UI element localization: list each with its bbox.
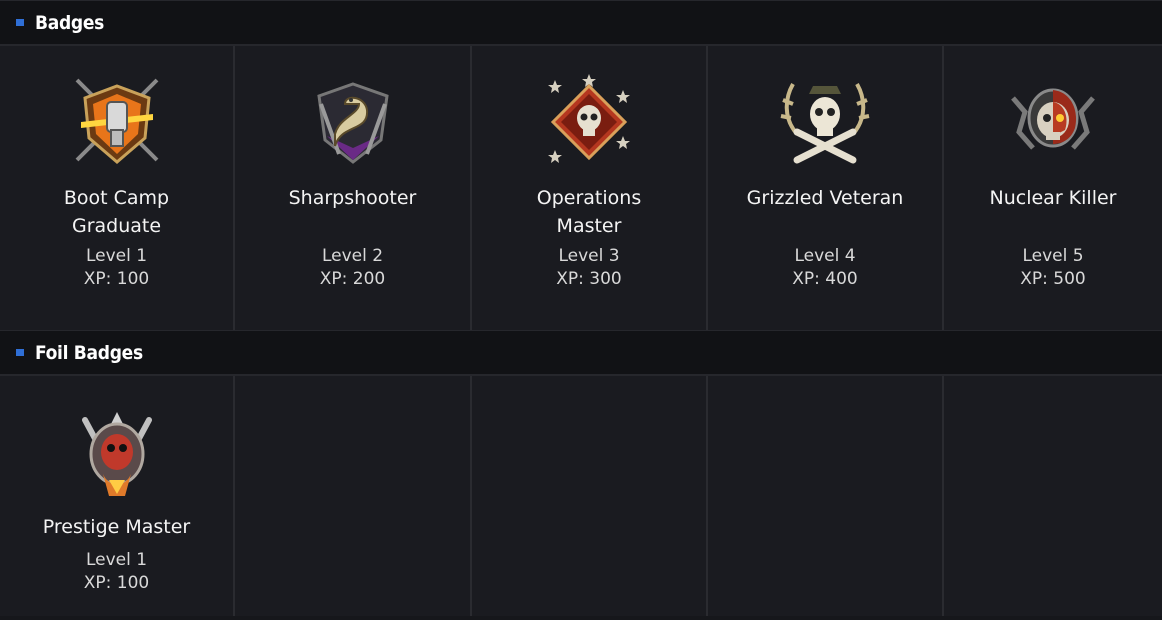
- snake-shield-icon: [316, 82, 389, 164]
- badge-name: Operations Master: [536, 187, 642, 237]
- badge-name: Grizzled Veteran: [746, 187, 904, 209]
- empty-badge-slot: [235, 376, 472, 616]
- badge-xp: XP: 400: [792, 269, 858, 289]
- badge-card-prestige-master[interactable]: Prestige Master Level 1 XP: 100: [0, 376, 235, 616]
- skull-crossbones-antlers-icon: [780, 83, 870, 164]
- badge-level: Level 3: [558, 246, 620, 266]
- badge-level: Level 5: [1022, 246, 1084, 266]
- foil-badges-section-header: Foil Badges: [0, 330, 1162, 376]
- section-marker: [16, 19, 24, 26]
- badge-xp: XP: 200: [319, 269, 386, 289]
- badge-card-nuclear-killer[interactable]: Nuclear Killer Level 5 XP: 500: [944, 46, 1162, 330]
- fist-lightning-shield-icon: [75, 78, 158, 164]
- badge-card-boot-camp-graduate[interactable]: Boot Camp Graduate Level 1 XP: 100: [0, 46, 235, 330]
- empty-badge-slot: [472, 376, 708, 616]
- badge-level: Level 1: [85, 246, 148, 266]
- badge-xp: XP: 300: [556, 269, 622, 289]
- badge-name: Prestige Master: [42, 516, 191, 538]
- badge-card-grizzled-veteran[interactable]: Grizzled Veteran Level 4 XP: 400: [708, 46, 944, 330]
- badge-name: Sharpshooter: [288, 187, 417, 209]
- badge-level: Level 2: [321, 246, 384, 266]
- empty-badge-slot: [708, 376, 944, 616]
- badge-xp: XP: 100: [83, 269, 150, 289]
- empty-badge-slot: [944, 376, 1162, 616]
- badge-name: Boot Camp Graduate: [63, 187, 170, 237]
- section-title: Foil Badges: [35, 341, 143, 364]
- badge-card-operations-master[interactable]: Operations Master Level 3 XP: 300: [472, 46, 708, 330]
- prestige-skull-emblem-icon: [81, 412, 152, 496]
- badge-card-sharpshooter[interactable]: Sharpshooter Level 2 XP: 200: [235, 46, 472, 330]
- badges-section-header: Badges: [0, 0, 1162, 46]
- badge-name: Nuclear Killer: [989, 187, 1117, 209]
- badge-level: Level 1: [85, 550, 148, 570]
- badge-level: Level 4: [794, 246, 856, 266]
- section-marker: [16, 349, 24, 356]
- badges-grid: Boot Camp Graduate Level 1 XP: 100 Sharp…: [0, 46, 1162, 330]
- section-title: Badges: [35, 11, 105, 34]
- skull-stars-diamond-icon: [548, 74, 630, 163]
- badge-xp: XP: 100: [83, 573, 150, 593]
- burning-skull-emblem-icon: [1011, 88, 1095, 150]
- foil-badges-grid: Prestige Master Level 1 XP: 100: [0, 376, 1162, 616]
- badge-xp: XP: 500: [1020, 269, 1086, 289]
